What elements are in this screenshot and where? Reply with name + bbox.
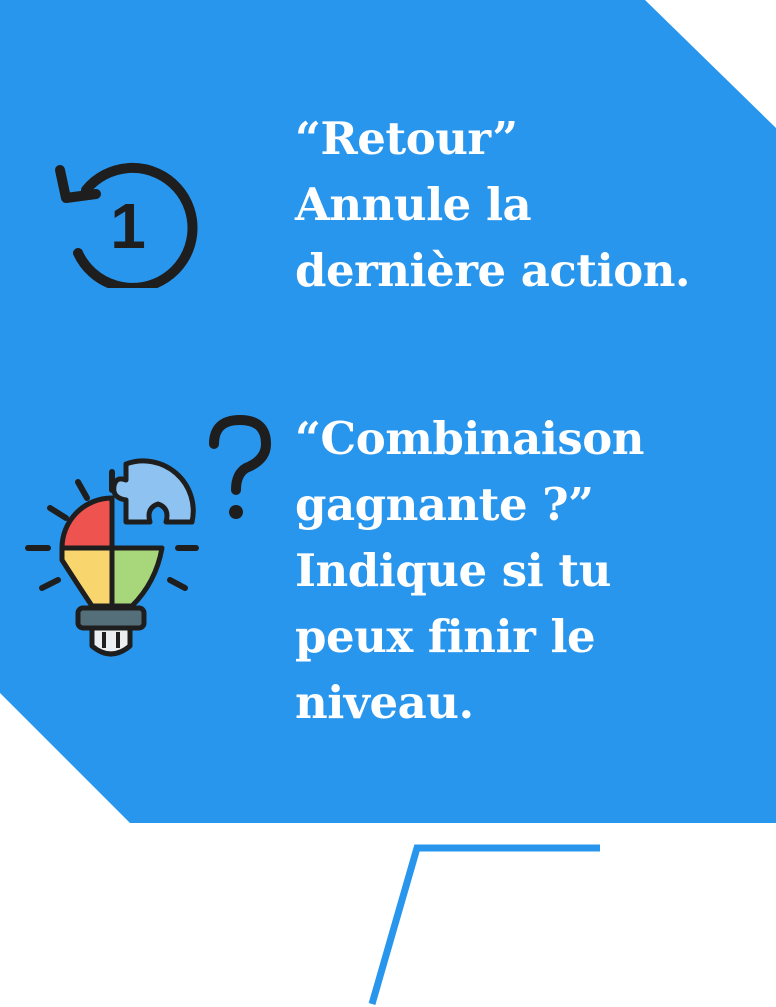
combination-text-line: Indique si tu xyxy=(295,544,611,597)
question-mark-icon xyxy=(209,415,271,519)
undo-title: “Retour” xyxy=(295,112,518,165)
undo-icon-digit: 1 xyxy=(110,190,146,262)
combination-description: “Combinaison gagnante ?” Indique si tu p… xyxy=(295,406,644,736)
combination-text-line: niveau. xyxy=(295,676,474,729)
undo-text-line: dernière action. xyxy=(295,244,691,297)
help-screen: 1 “Retour” Annule la dernière action. “C… xyxy=(0,0,776,1007)
undo-description: “Retour” Annule la dernière action. xyxy=(295,106,691,304)
undo-one-icon: 1 xyxy=(55,162,198,288)
combination-text-line: peux finir le xyxy=(295,610,596,663)
undo-text-line: Annule la xyxy=(295,178,532,231)
combination-title: “Combinaison xyxy=(295,412,644,465)
combination-title-line: gagnante ?” xyxy=(295,478,594,531)
